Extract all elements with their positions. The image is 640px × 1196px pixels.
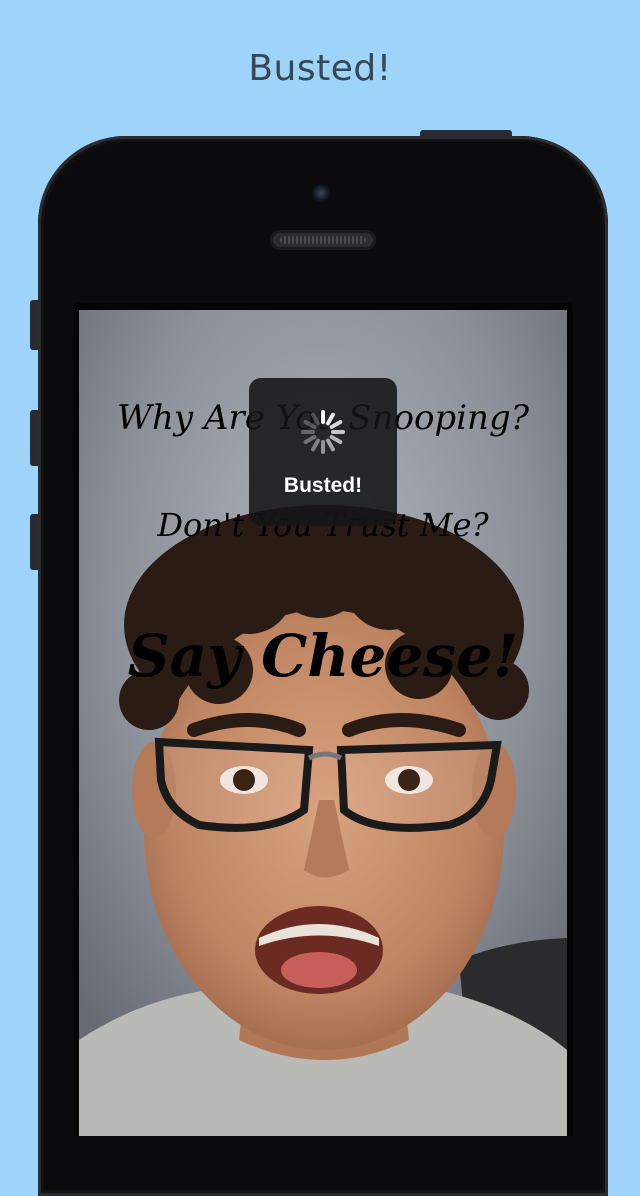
earpiece-speaker xyxy=(270,230,376,250)
phone-screen: Why Are You Snooping? Don't You Trust Me… xyxy=(79,310,567,1136)
page-title: Busted! xyxy=(248,48,392,89)
overlay-line-say-cheese: Say Cheese! xyxy=(127,622,519,690)
front-camera xyxy=(312,184,332,204)
progress-hud: Busted! xyxy=(249,378,397,526)
hud-label: Busted! xyxy=(283,474,363,497)
activity-spinner-icon xyxy=(301,410,345,454)
